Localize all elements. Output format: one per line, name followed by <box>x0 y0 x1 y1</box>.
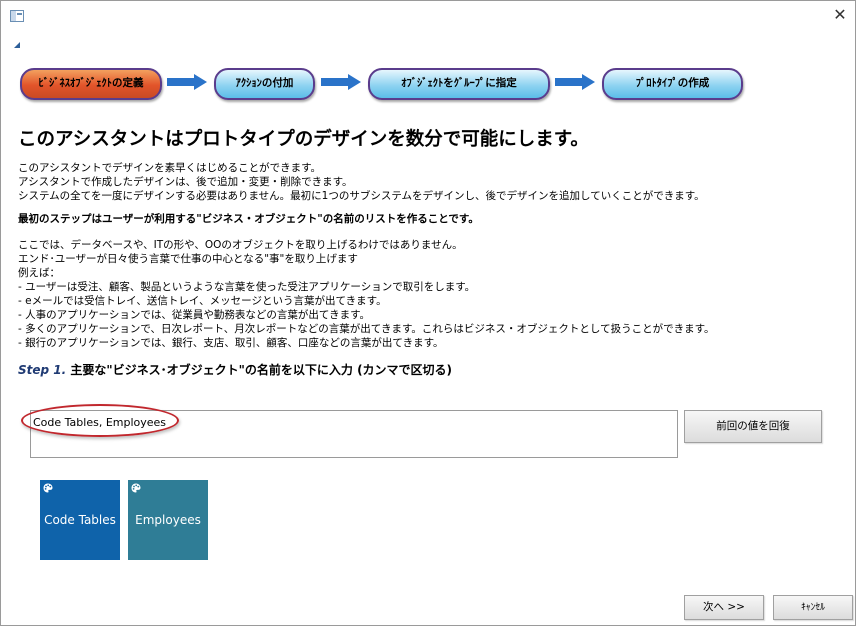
example-line: - eメールでは受信トレイ、送信トレイ、メッセージという言葉が出てきます。 <box>18 295 387 307</box>
example-line: - 多くのアプリケーションで、日次レポート、月次レポートなどの言葉が出てきます。… <box>18 323 715 335</box>
collapse-marker-icon <box>14 42 20 48</box>
example-line: - 銀行のアプリケーションでは、銀行、支店、取引、顧客、口座などの言葉が出てきま… <box>18 337 444 349</box>
step-instruction-text: 主要な"ビジネス･オブジェクト"の名前を以下に入力 (カンマで区切る) <box>66 363 453 377</box>
object-tile-code-tables[interactable]: Code Tables <box>40 480 120 560</box>
example-line: 例えば： <box>18 267 60 279</box>
first-step-text: 最初のステップはユーザーが利用する"ビジネス・オブジェクト"の名前のリストを作る… <box>18 213 479 225</box>
example-line: - ユーザーは受注、顧客、製品というような言葉を使った受注アプリケーションで取引… <box>18 281 476 293</box>
step-arrow-icon <box>321 74 361 90</box>
cancel-button[interactable]: ｷｬﾝｾﾙ <box>773 595 853 620</box>
example-line: - 人事のアプリケーションでは、従業員や勤務表などの言葉が出てきます。 <box>18 309 371 321</box>
intro-line: このアシスタントでデザインを素早くはじめることができます。 <box>18 162 322 174</box>
example-line: エンド･ユーザーが日々使う言葉で仕事の中心となる"事"を取り上げます <box>18 253 358 265</box>
palette-icon <box>131 483 141 493</box>
example-line: ここでは、データベースや、ITの形や、OOのオブジェクトを取り上げるわけではあり… <box>18 239 463 251</box>
wizard-step-define-objects[interactable]: ﾋﾞｼﾞﾈｽｵﾌﾞｼﾞｪｸﾄの定義 <box>20 68 162 100</box>
palette-icon <box>43 483 53 493</box>
object-tile-employees[interactable]: Employees <box>128 480 208 560</box>
restore-previous-button[interactable]: 前回の値を回復 <box>684 410 822 443</box>
wizard-step-create-prototype[interactable]: ﾌﾟﾛﾄﾀｲﾌﾟの作成 <box>602 68 743 100</box>
step-arrow-icon <box>167 74 207 90</box>
intro-line: システムの全てを一度にデザインする必要はありません。最初に1つのサブシステムをデ… <box>18 190 705 202</box>
wizard-window: ✕ ﾋﾞｼﾞﾈｽｵﾌﾞｼﾞｪｸﾄの定義 ｱｸｼｮﾝの付加 ｵﾌﾞｼﾞｪｸﾄをｸﾞ… <box>0 0 856 626</box>
close-button[interactable]: ✕ <box>829 4 851 26</box>
intro-line: アシスタントで作成したデザインは、後で追加・変更・削除できます。 <box>18 176 353 188</box>
step-number: Step 1. <box>18 363 67 377</box>
step-instruction: Step 1. 主要な"ビジネス･オブジェクト"の名前を以下に入力 (カンマで区… <box>18 361 452 378</box>
wizard-step-group-objects[interactable]: ｵﾌﾞｼﾞｪｸﾄをｸﾞﾙｰﾌﾟに指定 <box>368 68 550 100</box>
page-title: このアシスタントはプロトタイプのデザインを数分で可能にします。 <box>18 129 589 150</box>
next-button[interactable]: 次へ >> <box>684 595 764 620</box>
step-arrow-icon <box>555 74 595 90</box>
app-icon <box>10 10 24 22</box>
highlight-annotation <box>21 404 179 437</box>
wizard-step-add-actions[interactable]: ｱｸｼｮﾝの付加 <box>214 68 315 100</box>
